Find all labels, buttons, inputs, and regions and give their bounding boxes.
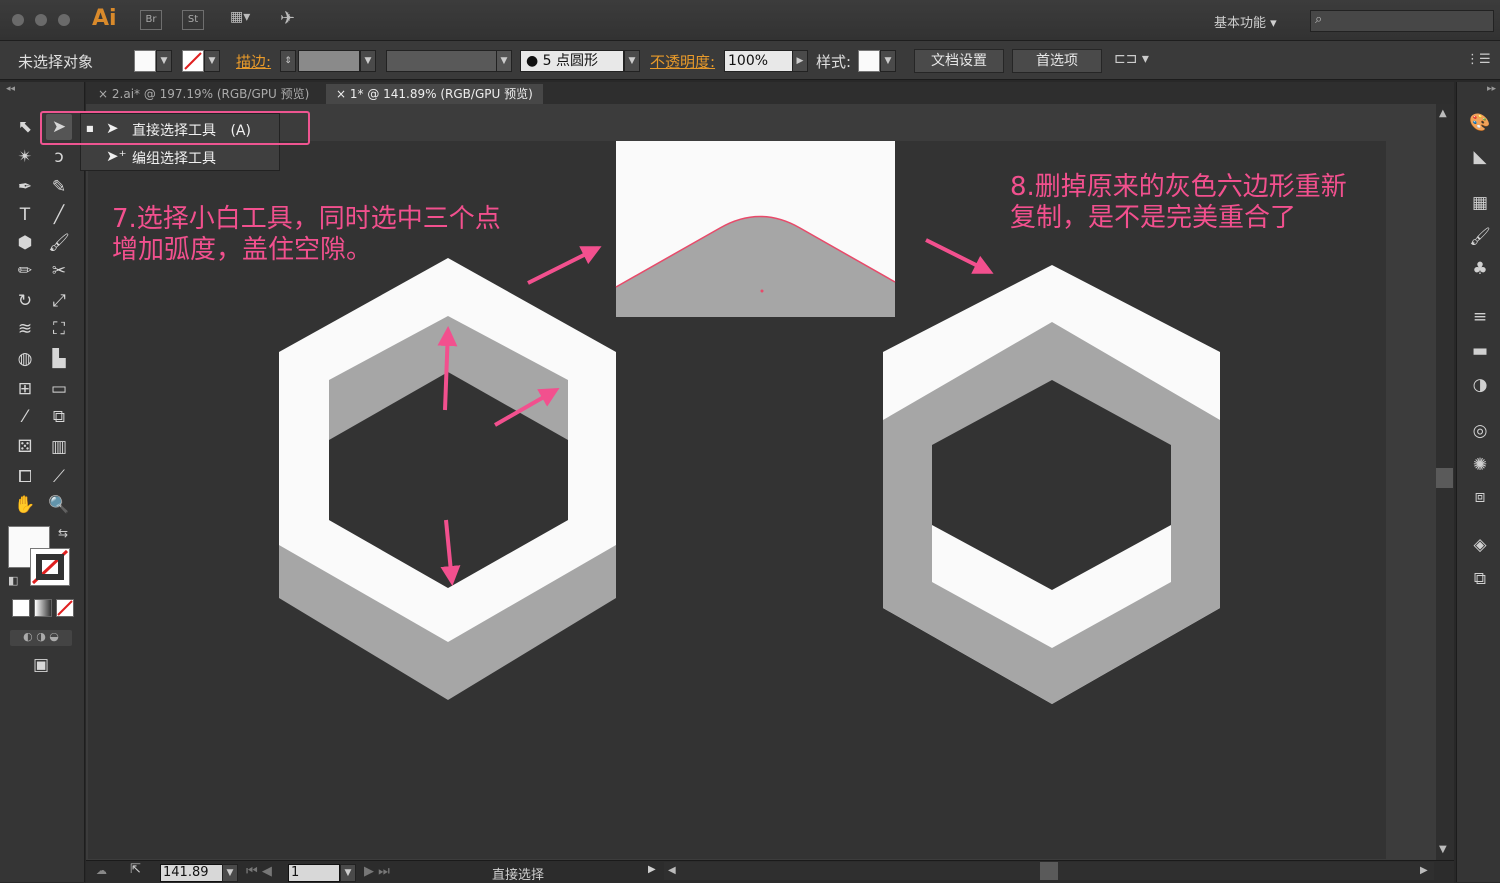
stroke-panel-icon[interactable]: ≡ (1467, 306, 1493, 328)
layers-panel-icon[interactable]: ◈ (1467, 534, 1493, 556)
status-menu-icon[interactable]: ▶ (648, 864, 656, 875)
annotation-step-7-line-2: 增加弧度，盖住空隙。 (112, 235, 373, 265)
inset-center-point (760, 289, 764, 293)
scroll-right-icon[interactable]: ▶ (1420, 865, 1428, 876)
color-panel-icon[interactable]: 🎨 (1467, 112, 1493, 134)
gradient-panel-icon[interactable]: ▬ (1467, 340, 1493, 362)
flyout-highlight-box (40, 111, 310, 145)
appearance-panel-icon[interactable]: ◎ (1467, 420, 1493, 442)
transparency-panel-icon[interactable]: ◑ (1467, 374, 1493, 396)
scroll-left-icon[interactable]: ◀ (668, 865, 676, 876)
arrow-to-right-hexagon (925, 238, 994, 274)
arrow-to-inset (527, 246, 602, 285)
group-selection-icon: ➤⁺ (106, 147, 127, 165)
expand-panels-icon[interactable]: ▸▸ (1487, 84, 1496, 94)
left-hexagon-group[interactable] (279, 258, 616, 700)
color-guide-icon[interactable]: ◣ (1467, 146, 1493, 168)
right-hexagon-group[interactable] (883, 265, 1220, 704)
artboards-panel-icon[interactable]: ⧉ (1467, 568, 1493, 590)
zoom-inset (615, 141, 896, 317)
annotation-step-8-line-1: 8.删掉原来的灰色六边形重新 (1010, 172, 1347, 202)
flyout-item-group-selection[interactable]: 编组选择工具 (132, 148, 216, 168)
share-icon[interactable]: ⇱ (130, 862, 141, 877)
annotation-step-8-line-2: 复制，是不是完美重合了 (1010, 203, 1297, 233)
vertical-scrollbar[interactable]: ▲ ▼ (1436, 104, 1454, 860)
artboard-dropdown[interactable]: ▼ (340, 864, 356, 882)
scroll-up-icon[interactable]: ▲ (1439, 108, 1447, 119)
first-artboard-icon[interactable]: ⏮ ◀ (246, 864, 272, 879)
scroll-thumb[interactable] (1436, 468, 1453, 488)
scroll-down-icon[interactable]: ▼ (1439, 844, 1447, 855)
annotation-step-7-line-1: 7.选择小白工具，同时选中三个点 (112, 204, 501, 234)
horizontal-scrollbar[interactable]: ◀ ▶ (664, 862, 1434, 880)
export-panel-icon[interactable]: ⧈ (1467, 486, 1493, 508)
symbols-panel-icon[interactable]: ♣ (1467, 258, 1493, 280)
brushes-panel-icon[interactable]: 🖌 (1467, 226, 1493, 248)
swatches-panel-icon[interactable]: ▦ (1467, 192, 1493, 214)
current-tool-status: 直接选择 (492, 868, 545, 883)
panel-dock: ▸▸ 🎨 ◣ ▦ 🖌 ♣ ≡ ▬ ◑ ◎ ✺ ⧈ ◈ ⧉ (1456, 82, 1500, 882)
zoom-level-input[interactable]: 141.89 (160, 864, 224, 882)
artboard-number-input[interactable]: 1 (288, 864, 340, 882)
graphic-styles-panel-icon[interactable]: ✺ (1467, 454, 1493, 476)
last-artboard-icon[interactable]: ▶ ⏭ (364, 864, 390, 879)
zoom-dropdown[interactable]: ▼ (222, 864, 238, 882)
horizontal-scroll-thumb[interactable] (1040, 862, 1058, 880)
cloud-sync-icon[interactable]: ☁ (96, 864, 107, 877)
